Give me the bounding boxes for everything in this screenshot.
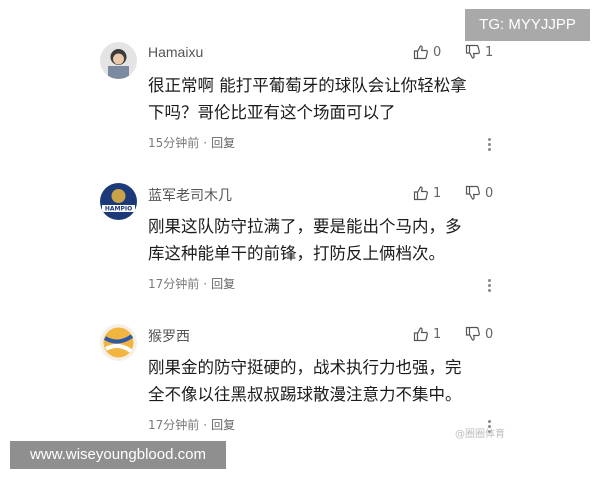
reply-button[interactable]: 回复 xyxy=(211,275,235,292)
like-count: 1 xyxy=(433,326,442,342)
dislike-count: 0 xyxy=(485,185,494,201)
like-count: 1 xyxy=(433,185,442,201)
like-count: 0 xyxy=(433,44,442,60)
like-button[interactable]: 0 xyxy=(413,42,441,62)
more-vertical-icon[interactable] xyxy=(488,279,492,293)
separator: · xyxy=(203,417,208,432)
site-watermark: www.wiseyoungblood.com xyxy=(10,441,226,469)
username[interactable]: 蓝军老司木几 xyxy=(148,185,232,205)
timestamp: 17分钟前 xyxy=(148,418,200,432)
dislike-button[interactable]: 1 xyxy=(465,42,493,62)
comment-line: 刚果这队防守拉满了，要是能出个马内，多 xyxy=(148,217,462,236)
comment-item: Hamaixu 0 1 很正常啊 能打平葡萄牙的球队会让你轻松拿 下吗？哥伦比亚… xyxy=(100,42,500,172)
comment-meta: 17分钟前 · 回复 xyxy=(148,416,235,433)
timestamp: 15分钟前 xyxy=(148,136,200,150)
dislike-count: 1 xyxy=(485,44,494,60)
username[interactable]: 猴罗西 xyxy=(148,326,190,346)
svg-text:HAMPIO: HAMPIO xyxy=(105,206,132,213)
thumbs-down-icon xyxy=(465,185,480,200)
like-button[interactable]: 1 xyxy=(413,324,441,344)
comment-line: 刚果金的防守挺硬的，战术执行力也强，完 xyxy=(148,358,462,377)
thumbs-up-icon xyxy=(413,186,428,201)
thumbs-up-icon xyxy=(413,45,428,60)
comment-line: 全不像以往黑叔叔踢球散漫注意力不集中。 xyxy=(148,385,462,404)
dislike-button[interactable]: 0 xyxy=(465,324,493,344)
reactions: 1 0 xyxy=(413,183,503,203)
reactions: 0 1 xyxy=(413,42,503,62)
thumbs-down-icon xyxy=(465,326,480,341)
comment-line: 库这种能单干的前锋，打防反上俩档次。 xyxy=(148,244,445,263)
comment-page: { "overlays": { "tg_badge": "TG: MYYJJPP… xyxy=(0,0,600,480)
reply-button[interactable]: 回复 xyxy=(211,134,235,151)
reactions: 1 0 xyxy=(413,324,503,344)
dislike-count: 0 xyxy=(485,326,494,342)
avatar[interactable] xyxy=(100,42,137,79)
separator: · xyxy=(203,135,208,150)
timestamp: 17分钟前 xyxy=(148,277,200,291)
comment-text: 很正常啊 能打平葡萄牙的球队会让你轻松拿 下吗？哥伦比亚有这个场面可以了 xyxy=(148,72,500,126)
comment-meta: 17分钟前 · 回复 xyxy=(148,275,235,292)
comment-meta: 15分钟前 · 回复 xyxy=(148,134,235,151)
username[interactable]: Hamaixu xyxy=(148,44,203,60)
avatar[interactable] xyxy=(100,324,137,361)
more-vertical-icon[interactable] xyxy=(488,138,492,152)
comment-line: 很正常啊 能打平葡萄牙的球队会让你轻松拿 xyxy=(148,76,467,95)
source-watermark: @圈圈体育 xyxy=(455,429,505,440)
comment-item: HAMPIO 蓝军老司木几 1 0 刚果这队防守拉满了，要是能出个马内，多 库这… xyxy=(100,183,500,313)
separator: · xyxy=(203,276,208,291)
comment-item: 猴罗西 1 0 刚果金的防守挺硬的，战术执行力也强，完 全不像以往黑叔叔踢球散漫… xyxy=(100,324,500,454)
tg-badge: TG: MYYJJPP xyxy=(465,9,590,41)
comment-line: 下吗？哥伦比亚有这个场面可以了 xyxy=(148,103,396,122)
comment-text: 刚果金的防守挺硬的，战术执行力也强，完 全不像以往黑叔叔踢球散漫注意力不集中。 xyxy=(148,354,500,408)
avatar[interactable]: HAMPIO xyxy=(100,183,137,220)
like-button[interactable]: 1 xyxy=(413,183,441,203)
reply-button[interactable]: 回复 xyxy=(211,416,235,433)
thumbs-down-icon xyxy=(465,44,480,59)
comment-text: 刚果这队防守拉满了，要是能出个马内，多 库这种能单干的前锋，打防反上俩档次。 xyxy=(148,213,500,267)
dislike-button[interactable]: 0 xyxy=(465,183,493,203)
thumbs-up-icon xyxy=(413,327,428,342)
